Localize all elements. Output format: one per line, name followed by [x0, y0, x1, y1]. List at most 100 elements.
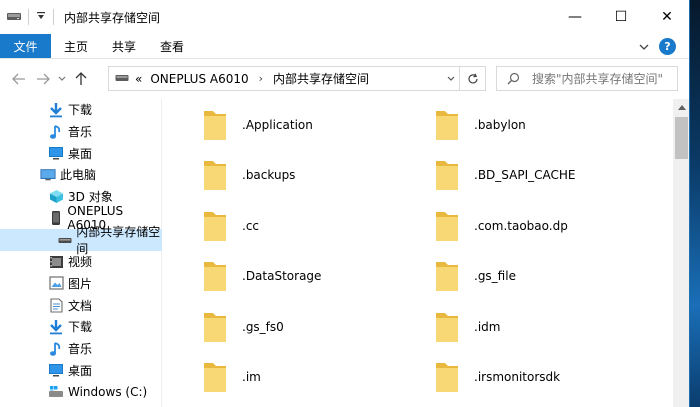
nav-item-desktop[interactable]: 桌面: [0, 142, 162, 164]
forward-arrow-icon: [37, 73, 50, 85]
folder-icon: [204, 212, 226, 241]
recent-locations-button[interactable]: [54, 64, 70, 94]
minimize-button[interactable]: —: [552, 0, 598, 34]
back-arrow-icon: [12, 73, 25, 85]
computer-icon: [40, 167, 56, 183]
nav-item-label: 下载: [68, 320, 93, 335]
folder-item[interactable]: .BD_SAPI_CACHE: [434, 155, 654, 195]
nav-item-internal-storage[interactable]: 内部共享存储空间: [0, 225, 162, 256]
maximize-button[interactable]: ☐: [598, 0, 644, 34]
close-button[interactable]: ✕: [644, 0, 689, 34]
folder-item[interactable]: .irsmonitorsdk: [434, 357, 654, 397]
drive-icon: [58, 232, 72, 248]
nav-item-music-2[interactable]: 音乐: [0, 338, 162, 360]
expand-ribbon-icon[interactable]: [639, 40, 649, 54]
folder-icon: [436, 363, 458, 392]
folder-icon: [204, 161, 226, 190]
drive-title-icon: [6, 10, 22, 25]
nav-item-label: 文档: [68, 298, 93, 313]
desktop-icon: [48, 145, 64, 161]
back-button[interactable]: [8, 64, 30, 94]
title-separator: [28, 9, 29, 25]
folder-name: .gs_fs0: [242, 320, 284, 334]
folder-name: .backups: [242, 168, 296, 182]
nav-item-pictures[interactable]: 图片: [0, 273, 162, 295]
folder-item[interactable]: .com.taobao.dp: [434, 206, 654, 246]
nav-item-label: 视频: [68, 255, 93, 270]
address-bar[interactable]: « ONEPLUS A6010 › 内部共享存储空间: [108, 66, 486, 91]
nav-item-windows-c[interactable]: Windows (C:): [0, 381, 162, 403]
nav-item-label: 此电脑: [60, 168, 97, 183]
folder-item[interactable]: .idm: [434, 307, 654, 347]
up-button[interactable]: [70, 64, 92, 94]
3d-objects-icon: [48, 189, 64, 205]
nav-item-this-pc[interactable]: 此电脑: [0, 164, 162, 186]
close-icon: ✕: [661, 9, 673, 25]
refresh-icon: [467, 73, 478, 83]
help-icon[interactable]: ?: [659, 38, 676, 55]
nav-item-label: 音乐: [68, 125, 93, 140]
desktop-background: [690, 0, 700, 407]
folder-item[interactable]: .gs_file: [434, 256, 654, 296]
file-explorer-window: 内部共享存储空间 — ☐ ✕ 文件 主页 共享 查看 ? « ONEPLUS A…: [0, 0, 690, 407]
nav-item-label: Windows (C:): [68, 384, 148, 399]
vertical-scrollbar[interactable]: [673, 99, 689, 407]
folder-icon: [204, 111, 226, 140]
folder-item[interactable]: .DataStorage: [202, 256, 422, 296]
nav-item-label: 图片: [68, 276, 93, 291]
search-box[interactable]: 搜索"内部共享存储空间": [496, 66, 678, 91]
scroll-up-icon[interactable]: [673, 99, 689, 116]
refresh-button[interactable]: [459, 67, 485, 90]
tab-view[interactable]: 查看: [148, 34, 196, 58]
desktop-icon: [48, 362, 64, 378]
video-icon: [48, 254, 64, 270]
nav-item-desktop-2[interactable]: 桌面: [0, 359, 162, 381]
tab-file[interactable]: 文件: [0, 34, 51, 58]
forward-button[interactable]: [32, 64, 54, 94]
folder-icon: [204, 313, 226, 342]
breadcrumb-oneplus[interactable]: ONEPLUS A6010: [150, 72, 248, 86]
nav-item-label: 3D 对象: [68, 190, 113, 205]
folder-name: .cc: [242, 219, 260, 233]
window-title: 内部共享存储空间: [64, 10, 161, 25]
folder-icon: [436, 161, 458, 190]
folder-item[interactable]: .backups: [202, 155, 422, 195]
scrollbar-thumb[interactable]: [675, 117, 688, 159]
up-arrow-icon: [75, 72, 87, 85]
folder-icon: [436, 212, 458, 241]
nav-item-downloads[interactable]: 下载: [0, 99, 162, 121]
nav-item-videos[interactable]: 视频: [0, 251, 162, 273]
folder-icon: [436, 111, 458, 140]
tab-home[interactable]: 主页: [51, 34, 100, 58]
nav-item-label: 下载: [68, 103, 93, 118]
folder-name: .irsmonitorsdk: [474, 370, 561, 384]
nav-item-label: 桌面: [68, 363, 93, 378]
tab-share[interactable]: 共享: [100, 34, 148, 58]
title-bar: 内部共享存储空间 — ☐ ✕: [0, 0, 689, 34]
folder-item[interactable]: .babylon: [434, 105, 654, 145]
folder-name: .com.taobao.dp: [474, 219, 568, 233]
folder-name: .idm: [474, 320, 501, 334]
nav-item-documents[interactable]: 文档: [0, 294, 162, 316]
address-dropdown-icon[interactable]: [447, 67, 455, 90]
breadcrumb-internal-storage[interactable]: 内部共享存储空间: [273, 70, 369, 87]
folder-name: .babylon: [474, 118, 526, 132]
nav-item-music[interactable]: 音乐: [0, 121, 162, 143]
music-note-icon: [48, 124, 64, 140]
folder-name: .BD_SAPI_CACHE: [474, 168, 576, 182]
folder-item[interactable]: .Application: [202, 105, 422, 145]
navigation-bar: « ONEPLUS A6010 › 内部共享存储空间 搜索"内部共享存储空间": [0, 59, 689, 99]
quick-access-dropdown-icon[interactable]: [35, 10, 47, 25]
nav-item-downloads-2[interactable]: 下载: [0, 316, 162, 338]
folder-item[interactable]: .im: [202, 357, 422, 397]
documents-icon: [48, 297, 64, 313]
file-list: .Application .babylon .backups .BD_SAPI_…: [162, 99, 673, 407]
title-separator: [53, 9, 54, 25]
drive-address-icon: [115, 72, 129, 86]
nav-item-label: 桌面: [68, 146, 93, 161]
folder-name: .Application: [242, 118, 313, 132]
breadcrumb-separator-icon[interactable]: ›: [259, 72, 263, 85]
folder-item[interactable]: .cc: [202, 206, 422, 246]
address-overflow-button[interactable]: «: [135, 72, 142, 86]
folder-item[interactable]: .gs_fs0: [202, 307, 422, 347]
